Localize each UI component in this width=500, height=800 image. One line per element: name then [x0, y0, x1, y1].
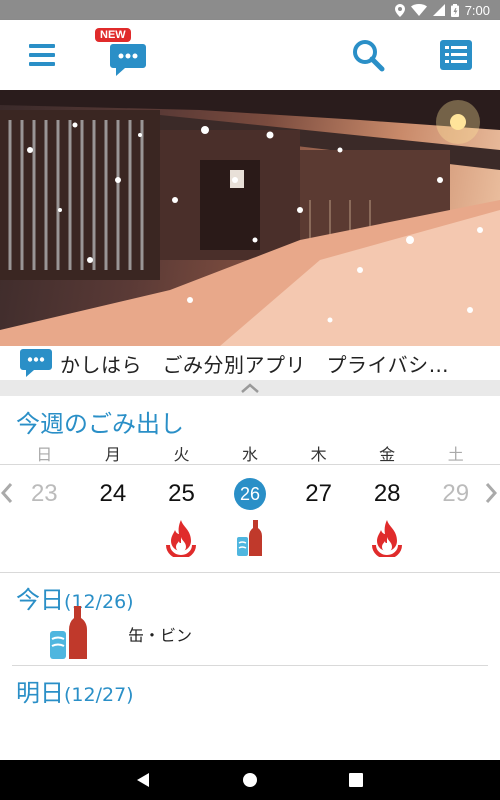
location-icon	[394, 3, 405, 17]
street-scene-image	[0, 90, 500, 346]
back-triangle-icon	[137, 773, 149, 787]
weekday-sat: 土	[447, 445, 464, 464]
collection-cell	[10, 518, 79, 558]
hamburger-icon	[29, 44, 55, 66]
weekday-thu: 木	[310, 445, 327, 464]
back-button[interactable]	[113, 760, 173, 800]
app-bar: NEW	[0, 20, 500, 90]
collection-icons-row	[10, 518, 490, 558]
date-number: 27	[305, 480, 332, 507]
can-bottle-icon	[50, 606, 87, 659]
home-circle-icon	[243, 773, 257, 787]
weekday-tue: 火	[173, 445, 190, 464]
hero-photo	[0, 90, 500, 346]
new-badge: NEW	[95, 28, 131, 42]
system-nav-bar	[0, 760, 500, 800]
divider	[12, 665, 488, 666]
collection-cell	[284, 518, 353, 558]
menu-button[interactable]	[20, 37, 64, 73]
recents-button[interactable]	[326, 760, 386, 800]
divider	[0, 464, 500, 465]
date-cell-today[interactable]: 26	[216, 478, 285, 510]
home-button[interactable]	[220, 760, 280, 800]
search-button[interactable]	[346, 35, 390, 75]
clock: 7:00	[464, 2, 490, 18]
weekday-sun: 日	[36, 445, 53, 464]
can-bottle-icon	[237, 520, 263, 556]
weekday-mon: 月	[104, 445, 121, 464]
list-button[interactable]	[434, 35, 478, 75]
collection-cell	[147, 518, 216, 558]
search-icon	[353, 40, 385, 72]
collection-cell	[79, 518, 148, 558]
chevron-up-icon	[241, 383, 259, 393]
date-number: 23	[30, 480, 58, 507]
battery-icon	[450, 3, 459, 17]
date-cell[interactable]: 27	[284, 480, 353, 508]
recents-square-icon	[349, 773, 363, 787]
divider	[0, 572, 500, 573]
tomorrow-heading: 明日(12/27)	[16, 673, 134, 708]
tomorrow-label: 明日	[16, 679, 64, 707]
collection-cell	[216, 518, 285, 558]
status-bar: 7:00	[0, 0, 500, 20]
weekday-header: 日 月 火 水 木 金 土	[10, 441, 490, 464]
collapse-handle[interactable]	[0, 380, 500, 396]
weekday-fri: 金	[379, 445, 396, 464]
signal-icon	[432, 4, 445, 16]
date-number: 28	[373, 480, 401, 507]
info-ticker[interactable]: かしはら ごみ分別アプリ プライバシ…	[0, 346, 500, 380]
date-cell[interactable]: 23	[10, 480, 79, 508]
date-cell[interactable]: 24	[79, 480, 148, 508]
fire-icon	[372, 520, 403, 557]
tomorrow-date: (12/27)	[64, 684, 134, 706]
chat-bubble-icon	[110, 44, 146, 76]
list-icon	[440, 40, 472, 70]
week-title: 今週のごみ出し	[16, 410, 184, 438]
date-number: 29	[442, 480, 470, 507]
wifi-icon	[410, 4, 427, 16]
date-cell[interactable]: 28	[353, 480, 422, 508]
week-dates: 23 24 25 26 27 28 29	[10, 472, 490, 516]
date-number: 24	[99, 480, 127, 507]
fire-icon	[166, 520, 197, 557]
news-button[interactable]: NEW	[95, 28, 155, 80]
today-trash-type: 缶・ビン	[128, 626, 193, 645]
date-number: 25	[168, 480, 195, 507]
chat-bubble-icon	[20, 349, 52, 377]
collection-cell	[353, 518, 422, 558]
weekday-wed: 水	[242, 445, 259, 464]
date-cell[interactable]: 25	[147, 480, 216, 508]
ticker-text: かしはら ごみ分別アプリ プライバシ…	[60, 352, 450, 377]
date-number: 26	[234, 478, 267, 510]
date-cell[interactable]: 29	[421, 480, 490, 508]
collection-cell	[421, 518, 490, 558]
